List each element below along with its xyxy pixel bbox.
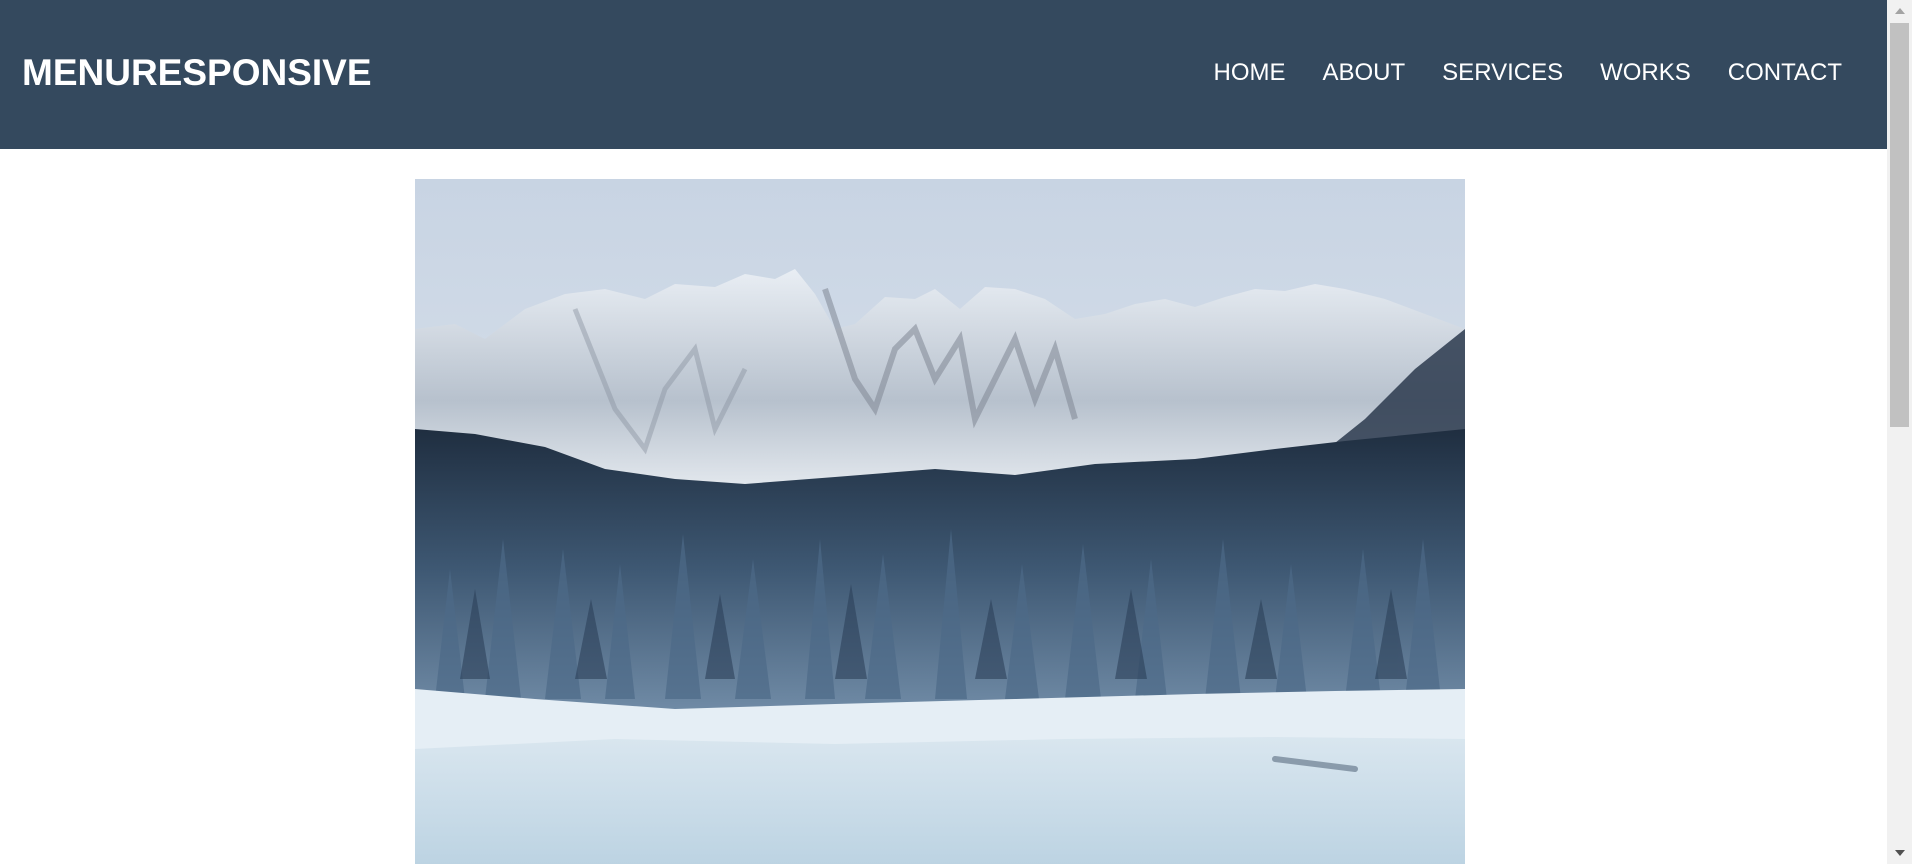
hero-image (415, 179, 1465, 864)
site-logo[interactable]: MENURESPONSIVE (22, 50, 372, 96)
scroll-up-arrow-icon[interactable] (1887, 0, 1912, 22)
vertical-scrollbar[interactable] (1887, 0, 1912, 864)
nav-link-home[interactable]: HOME (1213, 58, 1285, 88)
nav-item-services: SERVICES (1442, 58, 1563, 88)
nav-link-about[interactable]: ABOUT (1322, 58, 1405, 88)
scroll-down-arrow-icon[interactable] (1887, 842, 1912, 864)
nav-item-contact: CONTACT (1728, 58, 1842, 88)
nav-item-home: HOME (1213, 58, 1285, 88)
nav-link-services[interactable]: SERVICES (1442, 58, 1563, 88)
scrollbar-thumb[interactable] (1890, 23, 1909, 427)
nav-item-about: ABOUT (1322, 58, 1405, 88)
nav-item-works: WORKS (1600, 58, 1691, 88)
nav-link-contact[interactable]: CONTACT (1728, 58, 1842, 88)
navbar: MENURESPONSIVE HOME ABOUT SERVICES WORKS… (0, 0, 1887, 149)
nav-link-works[interactable]: WORKS (1600, 58, 1691, 88)
mountain-landscape-illustration (415, 179, 1465, 864)
page: MENURESPONSIVE HOME ABOUT SERVICES WORKS… (0, 0, 1887, 864)
nav-menu: HOME ABOUT SERVICES WORKS CONTACT (1213, 58, 1842, 88)
